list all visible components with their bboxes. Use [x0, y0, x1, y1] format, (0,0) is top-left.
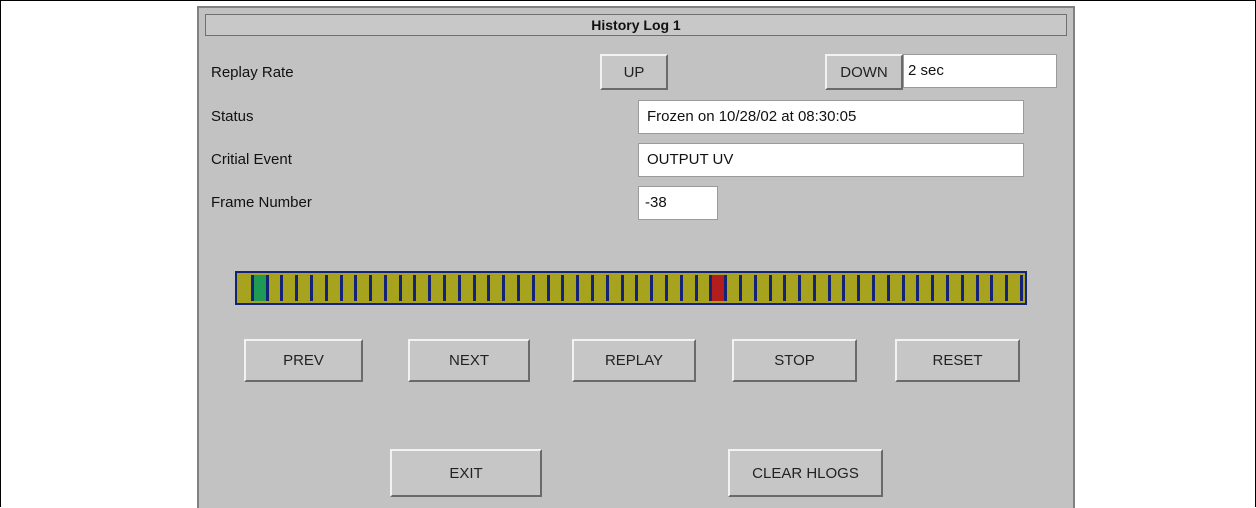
frame-meter-segment[interactable]	[830, 275, 846, 301]
frame-meter-segment[interactable]	[460, 275, 476, 301]
frame-meter-segment[interactable]	[934, 275, 950, 301]
frame-meter-segment[interactable]	[727, 275, 742, 301]
frame-meter-segment[interactable]	[386, 275, 402, 301]
frame-meter-segment[interactable]	[594, 275, 609, 301]
frame-meter-segment[interactable]	[771, 275, 787, 301]
frame-meter-segment[interactable]	[431, 275, 447, 301]
prev-button[interactable]: PREV	[244, 339, 363, 382]
frame-meter-segment[interactable]	[416, 275, 432, 301]
frame-meter-segment[interactable]	[949, 275, 964, 301]
replay-rate-up-button[interactable]: UP	[600, 54, 668, 90]
frame-meter-segment[interactable]	[520, 275, 535, 301]
frame-meter-segment[interactable]	[608, 275, 624, 301]
frame-meter-segment[interactable]	[993, 275, 1009, 301]
stop-button[interactable]: STOP	[732, 339, 857, 382]
frame-meter-segment[interactable]	[653, 275, 668, 301]
frame-meter-segment[interactable]	[801, 275, 816, 301]
frame-meter-segment[interactable]	[697, 275, 713, 301]
frame-meter-segment[interactable]	[919, 275, 935, 301]
clear-hlogs-button[interactable]: CLEAR HLOGS	[728, 449, 883, 497]
frame-meter-segment[interactable]	[815, 275, 831, 301]
frame-meter-segment[interactable]	[860, 275, 876, 301]
frame-meter-segment[interactable]	[490, 275, 506, 301]
frame-meter-segment[interactable]	[712, 275, 728, 301]
replay-rate-field[interactable]: 2 sec	[903, 54, 1057, 88]
history-log-window: History Log 1 Replay Rate UP DOWN 2 sec …	[197, 6, 1075, 508]
status-field[interactable]: Frozen on 10/28/02 at 08:30:05	[638, 100, 1024, 134]
critical-event-field[interactable]: OUTPUT UV	[638, 143, 1024, 177]
frame-meter-segment[interactable]	[549, 275, 565, 301]
frame-meter-segment[interactable]	[978, 275, 994, 301]
reset-button[interactable]: RESET	[895, 339, 1020, 382]
frame-meter-segment[interactable]	[786, 275, 802, 301]
frame-meter-segment[interactable]	[564, 275, 580, 301]
frame-meter-segment[interactable]	[1008, 275, 1023, 301]
replay-rate-down-button[interactable]: DOWN	[825, 54, 903, 90]
frame-meter-segment[interactable]	[283, 275, 299, 301]
frame-meter-segment[interactable]	[505, 275, 521, 301]
frame-meter-segment[interactable]	[667, 275, 683, 301]
frame-meter-segment[interactable]	[312, 275, 328, 301]
frame-meter-segment[interactable]	[268, 275, 284, 301]
frame-meter-segment[interactable]	[845, 275, 861, 301]
frame-meter-segment[interactable]	[889, 275, 905, 301]
frame-meter-segment[interactable]	[579, 275, 594, 301]
next-button[interactable]: NEXT	[408, 339, 530, 382]
frame-meter-segment[interactable]	[253, 275, 269, 301]
frame-meter-segment[interactable]	[357, 275, 373, 301]
frame-meter-segment[interactable]	[534, 275, 550, 301]
frame-meter-segment[interactable]	[638, 275, 654, 301]
frame-meter-segment[interactable]	[298, 275, 313, 301]
frame-meter[interactable]	[235, 271, 1027, 305]
status-label: Status	[211, 108, 254, 125]
frame-meter-segment[interactable]	[342, 275, 358, 301]
frame-meter-segment[interactable]	[623, 275, 639, 301]
frame-meter-segment[interactable]	[327, 275, 343, 301]
replay-button[interactable]: REPLAY	[572, 339, 696, 382]
exit-button[interactable]: EXIT	[390, 449, 542, 497]
frame-number-field[interactable]: -38	[638, 186, 718, 220]
frame-meter-segment[interactable]	[963, 275, 979, 301]
frame-meter-segment[interactable]	[756, 275, 772, 301]
frame-meter-segment[interactable]	[239, 275, 254, 301]
frame-number-label: Frame Number	[211, 194, 312, 211]
replay-rate-label: Replay Rate	[211, 64, 294, 81]
frame-meter-segment[interactable]	[372, 275, 387, 301]
frame-meter-segment[interactable]	[401, 275, 417, 301]
frame-meter-segment[interactable]	[875, 275, 890, 301]
frame-meter-segment[interactable]	[741, 275, 757, 301]
frame-meter-segment[interactable]	[904, 275, 920, 301]
window-title: History Log 1	[205, 14, 1067, 36]
frame-meter-segment[interactable]	[475, 275, 491, 301]
critical-event-label: Critial Event	[211, 151, 292, 168]
frame-meter-segment[interactable]	[682, 275, 698, 301]
frame-meter-segment[interactable]	[446, 275, 461, 301]
